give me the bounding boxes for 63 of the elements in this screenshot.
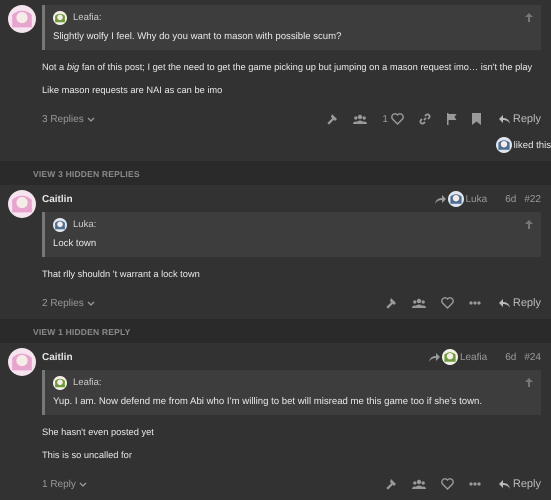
user-avatar[interactable]	[8, 348, 36, 376]
liked-this-text: liked this	[514, 140, 551, 150]
post-paragraph: That rlly shouldn 't warrant a lock town	[42, 268, 201, 281]
user-avatar[interactable]	[8, 190, 36, 218]
reply-icon	[498, 114, 510, 124]
user-avatar[interactable]	[8, 5, 36, 33]
post-date[interactable]: 6d	[505, 352, 516, 362]
bookmark-icon[interactable]	[472, 113, 481, 125]
author-name[interactable]: Caitlin	[42, 194, 73, 204]
post-number[interactable]: #22	[524, 194, 541, 204]
heart-icon[interactable]	[390, 113, 404, 125]
chevron-icon	[78, 482, 87, 486]
hammer-icon[interactable]	[384, 297, 397, 309]
post-paragraph: Not a big fan of this post; I get the need to get the game picking up but jumping on a mason request imo… isn't the play	[42, 61, 534, 74]
hammer-icon[interactable]	[384, 478, 397, 490]
heart-icon[interactable]	[440, 297, 454, 309]
replied-user-name[interactable]: Leafia	[460, 352, 488, 362]
up-arrow-icon[interactable]	[525, 220, 533, 229]
replied-user-name[interactable]: Luka	[466, 194, 488, 204]
quote-author: Luka:	[73, 218, 96, 232]
replies-toggle[interactable]: 1 Reply	[42, 478, 87, 490]
like-count[interactable]: 1	[382, 114, 388, 124]
quote-text: Yup. I am. Now defend me from Abi who I’m willing to bet will misread me this game too if she’s town.	[53, 396, 484, 408]
up-arrow-icon[interactable]	[525, 13, 533, 22]
quote-text: Lock town	[53, 238, 98, 250]
more-icon[interactable]	[468, 301, 481, 305]
reply-arrow-icon	[428, 352, 440, 362]
group-icon[interactable]	[412, 479, 426, 489]
post-date[interactable]: 6d	[505, 194, 516, 204]
replied-user-avatar[interactable]	[442, 349, 458, 365]
quoted-user-avatar[interactable]	[53, 218, 67, 232]
quote-text: Slightly wolfy I feel. Why do you want to mason with possible scum?	[53, 31, 342, 43]
heart-icon[interactable]	[440, 478, 454, 490]
quote-author: Leafia:	[73, 376, 102, 390]
link-icon[interactable]	[418, 113, 431, 125]
more-icon[interactable]	[468, 482, 481, 486]
post-number[interactable]: #24	[524, 352, 541, 362]
liker-avatar[interactable]	[496, 137, 512, 153]
flag-icon[interactable]	[446, 113, 457, 125]
quote-author: Leafia:	[73, 11, 102, 25]
reply-button[interactable]: Reply	[498, 297, 541, 309]
chevron-icon	[86, 300, 95, 306]
post-paragraph: She hasn't even posted yet	[42, 426, 155, 439]
group-icon[interactable]	[353, 114, 368, 124]
chevron-icon	[86, 116, 95, 122]
up-arrow-icon[interactable]	[525, 378, 533, 387]
post-paragraph: This is so uncalled for	[42, 449, 133, 462]
replies-toggle[interactable]: 3 Replies	[42, 114, 95, 124]
reply-button[interactable]: Reply	[498, 113, 541, 125]
quoted-user-avatar[interactable]	[53, 11, 67, 25]
reply-icon	[498, 480, 510, 488]
reply-arrow-icon	[434, 194, 446, 204]
hammer-icon[interactable]	[326, 113, 338, 125]
reply-icon	[498, 298, 510, 308]
quoted-user-avatar[interactable]	[53, 376, 67, 390]
replied-user-avatar[interactable]	[448, 191, 464, 207]
hidden-replies-link[interactable]: VIEW 3 HIDDEN REPLIES	[33, 169, 140, 179]
post-paragraph: Like mason requests are NAI as can be imo	[42, 84, 224, 97]
replies-toggle[interactable]: 2 Replies	[42, 298, 95, 308]
reply-button[interactable]: Reply	[498, 478, 541, 490]
author-name[interactable]: Caitlin	[42, 352, 73, 362]
hidden-replies-link[interactable]: VIEW 1 HIDDEN REPLY	[33, 327, 130, 337]
group-icon[interactable]	[412, 298, 426, 308]
